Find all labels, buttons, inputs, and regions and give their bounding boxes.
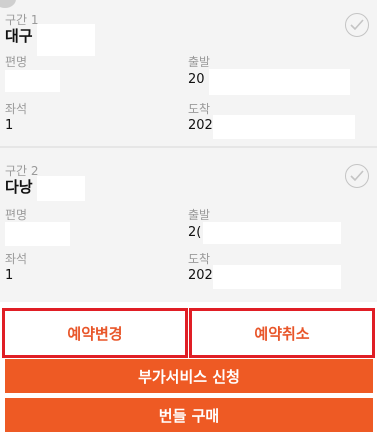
segment-card-2: 구간 2 다낭 편명 출발 2( 좌석 1 도착 202 [0,148,377,294]
depart-value: 2( [188,225,202,240]
segment-list: 구간 1 대구 편명 출발 20 좌석 1 도착 202 구간 2 다낭 편명 … [0,0,377,302]
seat-value: 1 [5,118,14,133]
redacted-block [5,70,60,92]
segment-card-1: 구간 1 대구 편명 출발 20 좌석 1 도착 202 [0,0,377,148]
arrive-value: 202 [188,268,213,283]
seat-label: 좌석 [5,102,28,116]
departure-city: 대구 [5,27,33,45]
check-circle-icon[interactable] [345,13,369,37]
redacted-block [5,222,70,246]
redacted-block [37,176,85,201]
redacted-block [37,24,95,56]
arrive-label: 도착 [188,102,211,116]
seat-label: 좌석 [5,252,28,266]
redacted-block [209,69,350,95]
bundle-purchase-button[interactable]: 번들 구매 [5,398,373,432]
check-circle-icon[interactable] [345,164,369,188]
depart-value: 20 [188,72,205,87]
redacted-block [203,222,341,244]
extra-service-button[interactable]: 부가서비스 신청 [5,359,373,393]
segment-label: 구간 1 [5,13,39,27]
flight-label: 편명 [5,55,28,69]
redacted-block [213,115,355,139]
arrive-label: 도착 [188,252,211,266]
action-panel: 예약변경 예약취소 부가서비스 신청 번들 구매 [0,302,377,440]
segment-label: 구간 2 [5,164,39,178]
redacted-block [213,265,341,289]
change-reservation-button[interactable]: 예약변경 [2,308,188,358]
departure-city: 다낭 [5,178,33,196]
depart-label: 출발 [188,208,211,222]
reservation-button-row: 예약변경 예약취소 [0,308,377,358]
flight-label: 편명 [5,208,28,222]
seat-value: 1 [5,268,14,283]
arrive-value: 202 [188,118,213,133]
depart-label: 출발 [188,55,211,69]
cancel-reservation-button[interactable]: 예약취소 [189,308,375,358]
